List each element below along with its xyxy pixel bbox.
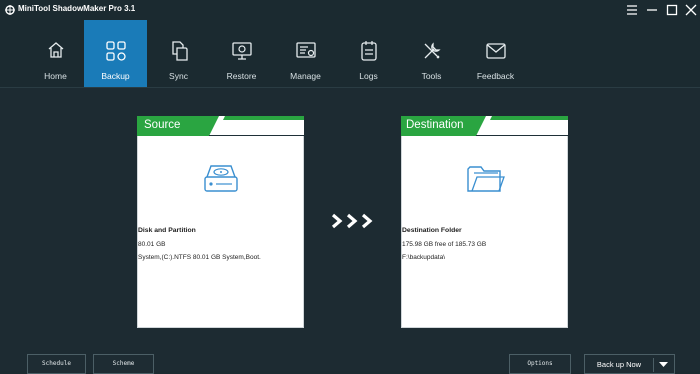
nav-label: Tools	[421, 71, 442, 81]
close-icon	[685, 4, 697, 16]
folder-icon	[466, 166, 505, 192]
manage-icon	[295, 42, 316, 58]
back-up-now-label: Back up Now	[596, 360, 642, 369]
nav-label: Backup	[101, 71, 130, 81]
back-up-now-button[interactable]: Back up Now	[584, 354, 675, 374]
nav-home[interactable]: Home	[24, 20, 87, 87]
minimize-icon	[647, 9, 657, 11]
backup-main-panel: Source Disk and Partition 80.01 GB Syste…	[0, 88, 700, 374]
destination-path: F:\backupdata\	[402, 254, 445, 261]
maximize-button[interactable]	[662, 0, 682, 20]
options-button[interactable]: Options	[509, 354, 571, 374]
destination-tab-label: Destination	[406, 119, 464, 131]
nav-logs[interactable]: Logs	[337, 20, 400, 87]
restore-icon	[231, 42, 252, 60]
destination-card[interactable]: Destination Destination Folder 175.98 GB…	[401, 116, 568, 328]
direction-arrows-icon	[331, 213, 373, 229]
menu-icon	[627, 5, 637, 15]
home-icon	[48, 42, 63, 58]
button-separator	[653, 358, 654, 372]
source-card[interactable]: Source Disk and Partition 80.01 GB Syste…	[137, 116, 304, 328]
nav-label: Sync	[169, 71, 188, 81]
destination-title: Destination Folder	[402, 227, 462, 234]
source-detail: System,(C:).NTFS 80.01 GB System,Boot.	[138, 254, 261, 261]
chevron-down-icon[interactable]	[659, 362, 668, 368]
backup-icon	[105, 41, 126, 61]
title-bar: MiniTool ShadowMaker Pro 3.1	[0, 0, 700, 20]
logs-icon	[360, 41, 377, 61]
minimize-button[interactable]	[642, 0, 662, 20]
menu-button[interactable]	[622, 0, 642, 20]
nav-feedback[interactable]: Feedback	[464, 20, 527, 87]
nav-manage[interactable]: Manage	[274, 20, 337, 87]
scheme-button[interactable]: Scheme	[93, 354, 154, 374]
nav-label: Manage	[290, 71, 321, 81]
nav-label: Home	[44, 71, 67, 81]
schedule-button[interactable]: Schedule	[27, 354, 86, 374]
source-size: 80.01 GB	[138, 241, 166, 248]
close-button[interactable]	[681, 0, 700, 20]
disk-icon	[203, 165, 238, 192]
nav-restore[interactable]: Restore	[210, 20, 273, 87]
nav-label: Restore	[226, 71, 257, 81]
source-card-header: Source	[137, 116, 304, 136]
maximize-icon	[666, 4, 678, 16]
destination-card-header: Destination	[401, 116, 568, 136]
nav-tools[interactable]: Tools	[400, 20, 463, 87]
app-logo-icon	[5, 5, 15, 15]
source-tab-label: Source	[144, 119, 181, 131]
source-title: Disk and Partition	[138, 227, 196, 234]
main-toolbar: Home Backup Sync Restore Manage Logs Too…	[0, 20, 700, 87]
feedback-icon	[485, 43, 506, 59]
nav-backup[interactable]: Backup	[84, 20, 147, 87]
nav-label: Logs	[359, 71, 378, 81]
sync-icon	[171, 41, 188, 61]
tools-icon	[424, 42, 441, 59]
destination-free-space: 175.98 GB free of 185.73 GB	[402, 241, 487, 248]
nav-sync[interactable]: Sync	[147, 20, 210, 87]
nav-label: Feedback	[476, 71, 515, 81]
window-title: MiniTool ShadowMaker Pro 3.1	[18, 4, 136, 13]
